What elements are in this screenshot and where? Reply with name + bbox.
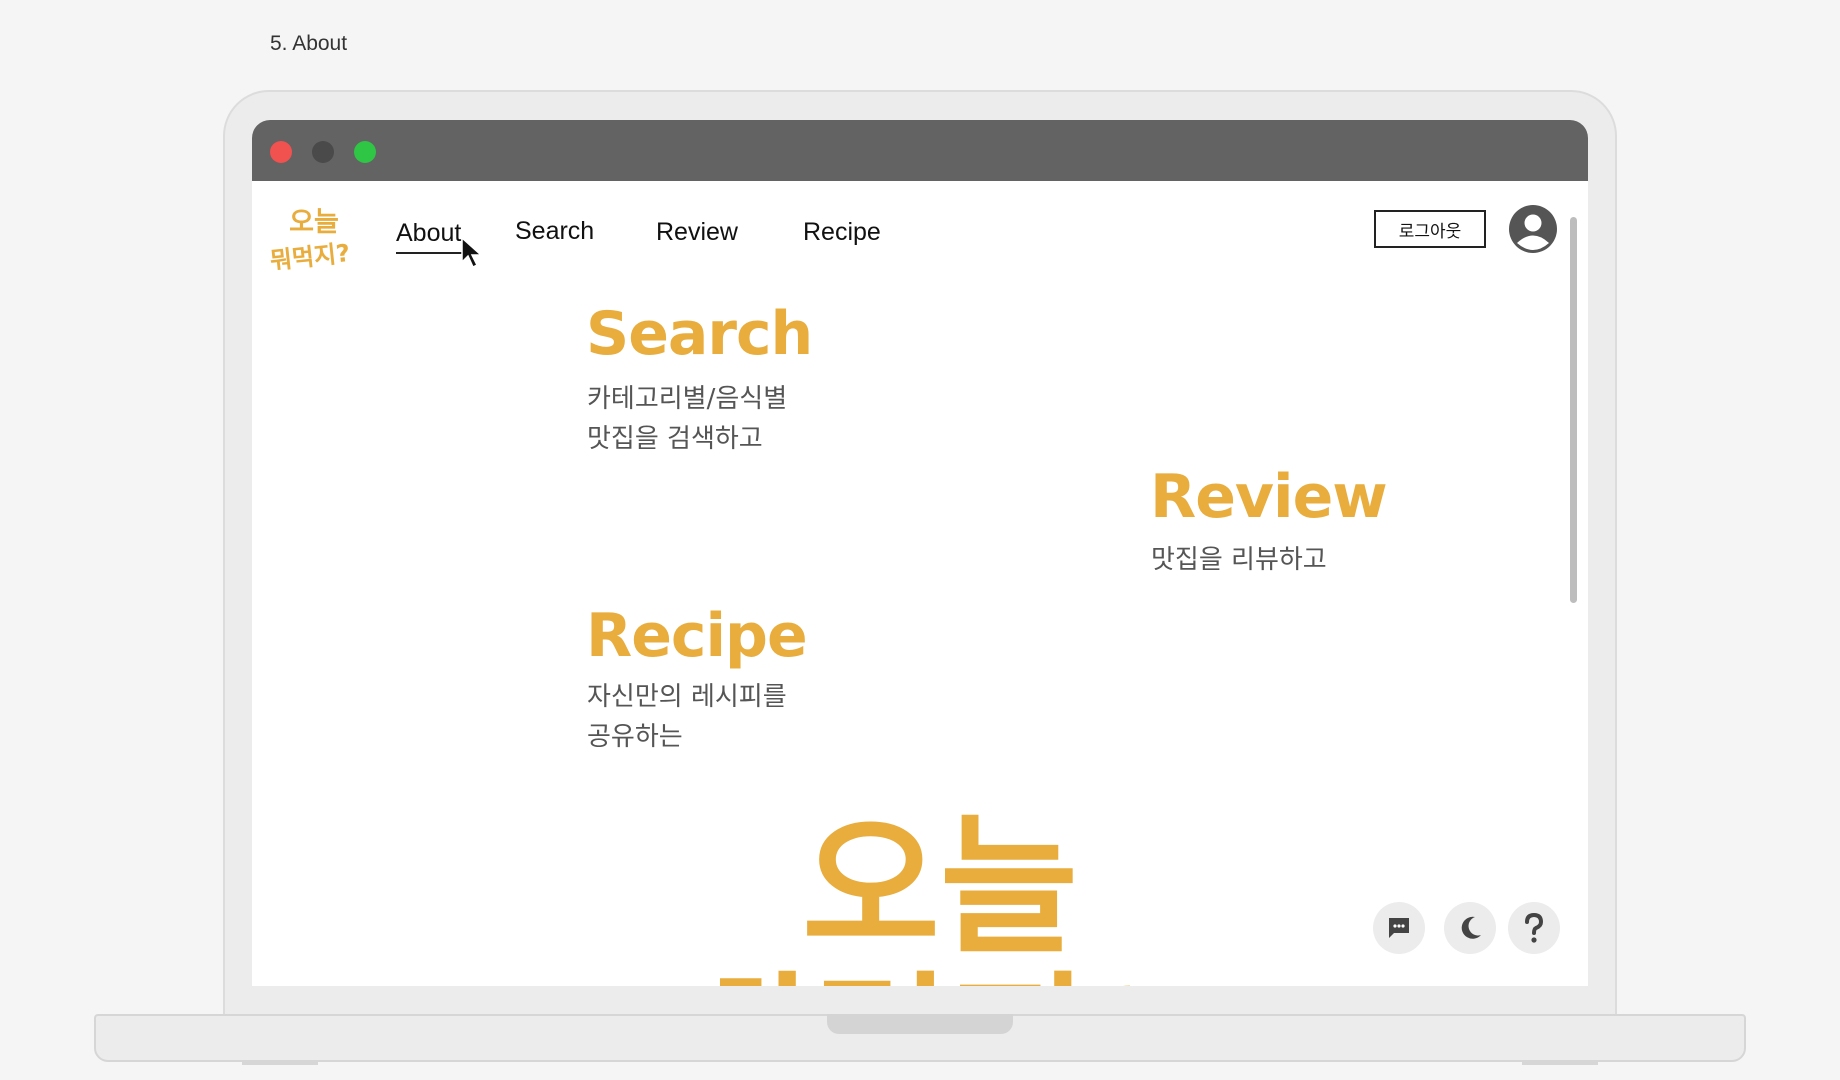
browser-window: 오늘 뭐먹지? About Search Review Recipe 로그아웃 … (252, 120, 1588, 986)
laptop-notch (827, 1014, 1013, 1034)
help-button[interactable] (1508, 902, 1560, 954)
laptop-foot-left (242, 1062, 318, 1065)
minimize-window-button[interactable] (312, 141, 334, 163)
mouse-pointer-icon (461, 236, 483, 269)
big-logo-text-top: 오늘 (802, 807, 1078, 975)
big-logo-graphic: 오늘 뭐먹지? (720, 807, 1130, 986)
laptop-foot-right (1522, 1062, 1598, 1065)
nav-search[interactable]: Search (515, 217, 594, 246)
slide-label: 5. About (270, 32, 348, 55)
recipe-section-desc-line1: 자신만의 레시피를 (587, 682, 787, 712)
chat-icon (1389, 918, 1409, 938)
nav-about[interactable]: About (396, 219, 472, 254)
logo-line2: 뭐먹지? (270, 239, 350, 273)
search-section-desc-line2: 맛집을 검색하고 (587, 424, 763, 454)
site-logo[interactable]: 오늘 뭐먹지? (270, 201, 350, 273)
recipe-section-desc-line2: 공유하는 (587, 722, 683, 752)
window-titlebar (252, 120, 1588, 181)
search-section-title: Search (586, 299, 813, 369)
page-content: 오늘 뭐먹지? About Search Review Recipe 로그아웃 … (252, 181, 1588, 986)
help-icon (1525, 912, 1544, 943)
chat-button[interactable] (1373, 902, 1425, 954)
review-section-desc: 맛집을 리뷰하고 (1151, 545, 1327, 575)
logout-button[interactable]: 로그아웃 (1374, 210, 1486, 248)
review-section-title: Review (1150, 462, 1388, 532)
scrollbar-thumb[interactable] (1570, 217, 1577, 603)
dark-mode-button[interactable] (1444, 902, 1496, 954)
nav-recipe[interactable]: Recipe (803, 218, 881, 247)
maximize-window-button[interactable] (354, 141, 376, 163)
logo-line1: 오늘 (289, 207, 339, 238)
moon-icon (1461, 916, 1481, 939)
nav-review[interactable]: Review (656, 218, 738, 247)
user-avatar-icon[interactable] (1508, 204, 1558, 254)
recipe-section-title: Recipe (586, 601, 808, 671)
big-logo-text-bottom: 뭐먹지? (720, 959, 1130, 986)
close-window-button[interactable] (270, 141, 292, 163)
search-section-desc-line1: 카테고리별/음식별 (587, 384, 788, 414)
